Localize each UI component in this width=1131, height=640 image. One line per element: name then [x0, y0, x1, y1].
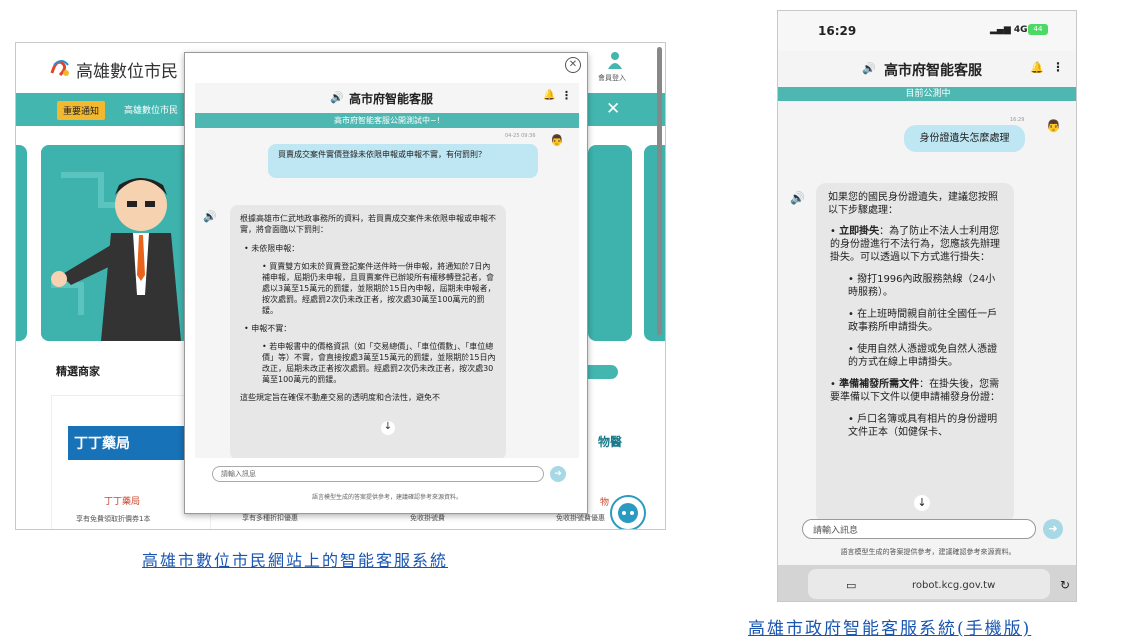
shop-name-partial[interactable]: 物	[600, 495, 609, 508]
bell-icon[interactable]: 🔔	[543, 90, 555, 101]
desktop-screenshot: 高雄數位市民 會員登入 重要通知 高雄數位市民 ✕ 精選商家 丁丁藥局 丁丁藥局…	[15, 42, 666, 530]
status-bar: 16:29 ▂▄▆ 4G 44	[778, 11, 1076, 51]
more-vertical-icon[interactable]: ⋮	[561, 89, 572, 102]
caption-desktop: 高雄市數位市民網站上的智能客服系統	[142, 551, 449, 570]
more-vertical-icon[interactable]: ⋮	[1052, 60, 1064, 74]
chat-messages[interactable]: 04-25 09:36 👨 買賣成交案件實價登錄未依限申報或申報不實，有何罰則？…	[195, 128, 579, 458]
reload-icon[interactable]: ↻	[1060, 578, 1070, 592]
url-text[interactable]: robot.kcg.gov.tw	[912, 580, 995, 591]
member-icon[interactable]	[608, 51, 622, 69]
message-timestamp: 04-25 09:36	[505, 133, 536, 139]
bot-intro: 如果您的國民身份證遺失，建議您按照以下步驟處理：	[828, 192, 998, 216]
shop-name[interactable]: 丁丁藥局	[104, 494, 140, 507]
chat-title: 高市府智能客服	[884, 63, 982, 79]
user-avatar-icon: 👨	[1046, 119, 1061, 133]
bot-avatar-icon: 🔊	[203, 210, 217, 223]
bot-outro: 這些規定旨在確保不動產交易的透明度和合法性，避免不	[240, 393, 440, 402]
bullet-title: • 未依限申報：	[244, 244, 300, 253]
chat-title: 高市府智能客服	[349, 92, 434, 106]
disclaimer: 語言模型生成的答案提供參考，建議確認參考來源資料。	[840, 548, 1016, 556]
disclaimer: 語言模型生成的答案提供參考，建議確認參考來源資料。	[311, 494, 462, 501]
site-logo-icon	[50, 60, 69, 77]
signal-icon: ▂▄▆ 4G	[990, 25, 1028, 35]
bullet-item: • 準備補發所需文件：在掛失後，您需要準備以下文件以便申請補發身份證：	[830, 379, 1000, 403]
scroll-down-icon[interactable]: ↓	[914, 495, 930, 511]
businessman-illustration	[41, 145, 191, 341]
caption-mobile: 高雄市政府智能客服系統(手機版)	[748, 619, 1032, 639]
scroll-down-icon[interactable]: ↓	[381, 421, 395, 435]
chatbot-modal: ✕ 🔊 高市府智能客服 🔔 ⋮ 高市府智能客服公開測試中~! 04-25 09:…	[184, 52, 588, 514]
user-message: 身份證遺失怎麼處理	[904, 125, 1025, 152]
message-input[interactable]: 請輸入訊息	[212, 466, 544, 482]
shop-logo: 丁丁藥局	[68, 426, 188, 460]
bullet-detail: • 買賣雙方如未於買賣登記案件送件時一併申報，將通知於7日內補申報，屆期仍未申報…	[262, 262, 496, 315]
shop-desc: 享有多種折扣優惠	[242, 514, 298, 522]
chat-subtitle: 高市府智能客服公開測試中~!	[195, 113, 579, 128]
shop-desc: 免收掛號費	[410, 514, 445, 522]
chatbot-icon: 🔊	[330, 91, 344, 104]
site-name: 高雄數位市民	[76, 62, 178, 82]
banner-image[interactable]	[41, 145, 191, 341]
message-timestamp: 16:29	[1010, 117, 1025, 123]
sub-bullet: • 戶口名簿或具有相片的身份證明文件正本（如健保卡、	[848, 414, 998, 438]
shop-desc: 免收掛號費優惠	[556, 514, 605, 522]
chatbot-launcher-icon[interactable]	[610, 495, 646, 529]
chat-subtitle: 目前公測中	[778, 87, 1076, 101]
notice-text[interactable]: 高雄數位市民	[124, 103, 178, 116]
chat-header: 🔊 高市府智能客服 🔔 ⋮	[778, 51, 1076, 87]
bell-icon[interactable]: 🔔	[1030, 61, 1044, 74]
member-login-link[interactable]: 會員登入	[598, 73, 626, 83]
address-field[interactable]: ▭ robot.kcg.gov.tw ↻	[808, 569, 1070, 599]
page-scrollbar[interactable]	[657, 47, 662, 335]
banner-next-image[interactable]	[588, 145, 632, 341]
notice-close-icon[interactable]: ✕	[606, 99, 620, 119]
bullet-item: • 立即掛失：為了防止不法人士利用您的身份證進行不法行為，您應該先辦理掛失。可以…	[830, 226, 1000, 263]
chat-header: 🔊 高市府智能客服 🔔 ⋮	[195, 83, 579, 113]
banner-next-slide[interactable]	[644, 145, 665, 341]
close-icon[interactable]: ✕	[565, 57, 581, 73]
chatbot-icon: 🔊	[862, 62, 876, 75]
status-time: 16:29	[818, 24, 857, 38]
bullet-title: • 申報不實：	[244, 324, 292, 333]
message-input[interactable]: 請輸入訊息	[802, 519, 1036, 539]
tabs-icon[interactable]: ▭	[846, 579, 856, 592]
shop-desc: 享有免費領取折價券1本	[76, 515, 151, 523]
bot-avatar-icon: 🔊	[790, 191, 805, 205]
send-button[interactable]: ➜	[1043, 519, 1063, 539]
mobile-screenshot: 16:29 ▂▄▆ 4G 44 🔊 高市府智能客服 🔔 ⋮ 目前公測中 16:2…	[777, 10, 1077, 602]
notice-badge: 重要通知	[57, 101, 106, 120]
shops-title: 精選商家	[56, 365, 100, 378]
sub-bullet: • 撥打1996內政服務熱線（24小時服務）。	[848, 274, 996, 298]
bot-intro: 根據高雄市仁武地政事務所的資料，若買賣成交案件未依限申報或申報不實，將會面臨以下…	[240, 214, 496, 234]
send-button[interactable]: ➜	[550, 466, 566, 482]
banner-prev-slide[interactable]	[16, 145, 27, 341]
battery-icon: 44	[1028, 24, 1048, 35]
bullet-detail: • 若申報書中的價格資訊（如「交易總價」、「車位價數」、「車位總價」等）不實，會…	[262, 342, 496, 384]
sub-bullet: • 使用自然人憑證或免自然人憑證的方式在線上申請掛失。	[848, 344, 998, 368]
sub-bullet: • 在上班時間親自前往全國任一戶政事務所申請掛失。	[848, 309, 998, 333]
bot-message: 如果您的國民身份證遺失，建議您按照以下步驟處理： • 立即掛失：為了防止不法人士…	[816, 183, 1014, 523]
shop-logo-partial: 物醫	[598, 435, 623, 449]
user-message: 買賣成交案件實價登錄未依限申報或申報不實，有何罰則？	[268, 144, 538, 178]
user-avatar-icon: 👨	[550, 134, 564, 147]
bot-message: 根據高雄市仁武地政事務所的資料，若買賣成交案件未依限申報或申報不實，將會面臨以下…	[230, 205, 506, 458]
browser-url-bar: ▭ robot.kcg.gov.tw ↻	[778, 565, 1076, 601]
